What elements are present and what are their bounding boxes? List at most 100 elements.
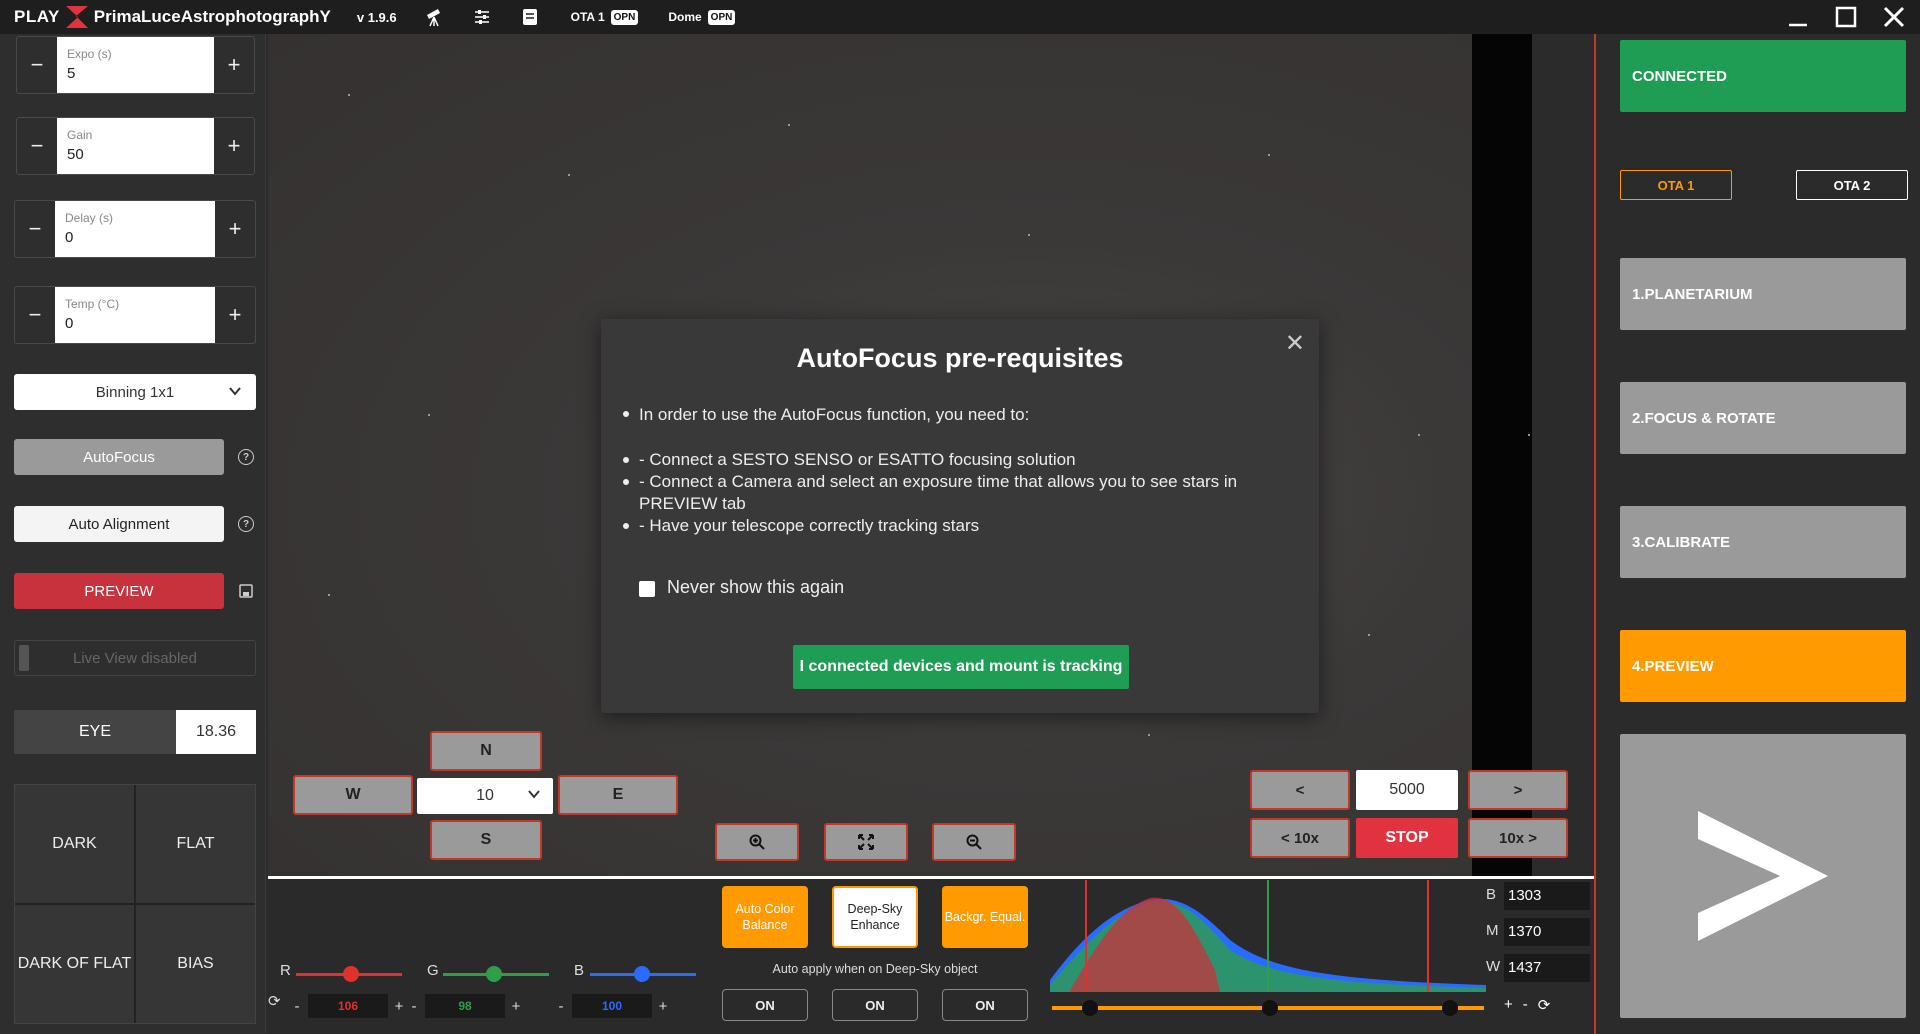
focus-stop-button[interactable]: STOP [1356, 818, 1458, 858]
gain-increment-button[interactable]: + [214, 118, 254, 174]
auto-alignment-help-icon[interactable]: ? [238, 516, 254, 532]
north-button[interactable]: N [430, 731, 542, 771]
mount-speed-select[interactable]: 10 [417, 778, 553, 814]
nav-focus-rotate[interactable]: 2.FOCUS & ROTATE [1620, 382, 1906, 454]
south-button[interactable]: S [430, 820, 542, 860]
gain-decrement-button[interactable]: − [17, 118, 57, 174]
west-button[interactable]: W [293, 775, 413, 815]
eye-button[interactable]: EYE [14, 710, 176, 754]
east-button[interactable]: E [558, 775, 678, 815]
never-show-checkbox[interactable] [639, 581, 655, 597]
green-plus-button[interactable]: + [505, 998, 527, 1015]
nav-preview[interactable]: 4.PREVIEW [1620, 630, 1906, 702]
blue-value[interactable]: 100 [572, 994, 652, 1018]
background-on-toggle[interactable]: ON [942, 989, 1028, 1021]
nav-calibrate[interactable]: 3.CALIBRATE [1620, 506, 1906, 578]
ota1-tab[interactable]: OTA 1 [1620, 170, 1732, 200]
ota2-tab[interactable]: OTA 2 [1796, 170, 1908, 200]
reset-colors-icon[interactable]: ⟳ [268, 992, 281, 1010]
levels-reset-icon[interactable]: ⟳ [1538, 996, 1551, 1014]
midtone-thumb[interactable] [1262, 1000, 1278, 1016]
next-step-button[interactable] [1620, 734, 1906, 1018]
focus-next-10x-button[interactable]: 10x > [1468, 818, 1568, 858]
confirm-button[interactable]: I connected devices and mount is trackin… [793, 645, 1129, 689]
temp-increment-button[interactable]: + [215, 287, 255, 343]
levels-minus-button[interactable]: - [1523, 996, 1528, 1014]
auto-color-balance-button[interactable]: Auto Color Balance [722, 886, 808, 948]
white-point-thumb[interactable] [1442, 1000, 1458, 1016]
binning-select[interactable]: Binning 1x1 [14, 374, 256, 410]
zoom-out-button[interactable] [932, 823, 1016, 861]
autofocus-help-icon[interactable]: ? [238, 449, 254, 465]
green-minus-button[interactable]: - [403, 998, 425, 1015]
focus-prev-10x-button[interactable]: < 10x [1250, 818, 1350, 858]
black-level-value[interactable]: 1303 [1504, 882, 1590, 910]
delay-stepper[interactable]: − Delay (s) 0 + [14, 200, 256, 258]
maximize-icon[interactable] [1824, 0, 1868, 34]
mid-level-value[interactable]: 1370 [1504, 918, 1590, 946]
bullet [623, 479, 629, 485]
auto-color-on-toggle[interactable]: ON [722, 989, 808, 1021]
telescope-icon[interactable] [423, 6, 445, 28]
gain-field[interactable]: Gain 50 [57, 118, 214, 174]
gain-stepper[interactable]: − Gain 50 + [16, 117, 255, 175]
dome-status[interactable]: Dome OPN [668, 9, 736, 25]
autofocus-button[interactable]: AutoFocus [14, 439, 224, 475]
background-equal-button[interactable]: Backgr. Equal. [942, 886, 1028, 948]
zoom-in-button[interactable] [715, 823, 799, 861]
live-view-toggle[interactable]: Live View disabled [14, 640, 256, 676]
expo-increment-button[interactable]: + [214, 37, 254, 93]
dark-button[interactable]: DARK [15, 785, 134, 903]
blue-minus-button[interactable]: - [550, 998, 572, 1015]
focus-next-button[interactable]: > [1468, 770, 1568, 810]
zoom-in-icon [749, 834, 765, 850]
black-level: B 1303 [1486, 882, 1590, 912]
save-icon[interactable] [238, 583, 254, 599]
red-value[interactable]: 106 [308, 994, 388, 1018]
delay-decrement-button[interactable]: − [15, 201, 55, 257]
bias-button[interactable]: BIAS [136, 905, 255, 1023]
minimize-icon[interactable] [1776, 0, 1820, 34]
white-level-value[interactable]: 1437 [1504, 954, 1590, 982]
temp-stepper[interactable]: − Temp (°C) 0 + [14, 286, 256, 344]
delay-increment-button[interactable]: + [215, 201, 255, 257]
temp-decrement-button[interactable]: − [15, 287, 55, 343]
deep-sky-enhance-button[interactable]: Deep-Sky Enhance [832, 886, 918, 948]
histogram[interactable] [1050, 880, 1486, 992]
deep-sky-on-toggle[interactable]: ON [832, 989, 918, 1021]
ota-status[interactable]: OTA 1 OPN [571, 9, 639, 25]
flat-button[interactable]: FLAT [136, 785, 255, 903]
green-slider-thumb[interactable] [485, 966, 502, 982]
delay-value[interactable]: 0 [65, 229, 207, 246]
expo-stepper[interactable]: − Expo (s) 5 + [16, 36, 255, 94]
green-value[interactable]: 98 [425, 994, 505, 1018]
temp-value[interactable]: 0 [65, 315, 207, 332]
settings-sliders-icon[interactable] [471, 6, 493, 28]
preview-button[interactable]: PREVIEW [14, 573, 224, 609]
close-icon[interactable]: ✕ [1285, 329, 1305, 358]
dark-of-flat-button[interactable]: DARK OF FLAT [15, 905, 134, 1023]
connected-status-button[interactable]: CONNECTED [1620, 40, 1906, 112]
red-slider-thumb[interactable] [343, 966, 360, 982]
white-level: W 1437 [1486, 954, 1590, 984]
close-window-icon[interactable] [1872, 0, 1916, 34]
nav-planetarium[interactable]: 1.PLANETARIUM [1620, 258, 1906, 330]
expo-decrement-button[interactable]: − [17, 37, 57, 93]
auto-alignment-button[interactable]: Auto Alignment [14, 506, 224, 542]
star [1368, 634, 1370, 636]
bullet [623, 411, 629, 417]
temp-field[interactable]: Temp (°C) 0 [55, 287, 215, 343]
blue-slider-thumb[interactable] [633, 966, 650, 982]
delay-field[interactable]: Delay (s) 0 [55, 201, 215, 257]
gain-value[interactable]: 50 [67, 146, 206, 163]
fit-screen-button[interactable] [824, 823, 908, 861]
levels-plus-button[interactable]: + [1504, 996, 1513, 1014]
black-point-thumb[interactable] [1082, 1000, 1098, 1016]
focus-prev-button[interactable]: < [1250, 770, 1350, 810]
notes-icon[interactable] [519, 6, 541, 28]
focus-position-input[interactable]: 5000 [1356, 770, 1458, 810]
blue-plus-button[interactable]: + [652, 998, 674, 1015]
red-minus-button[interactable]: - [286, 998, 308, 1015]
expo-value[interactable]: 5 [67, 65, 206, 82]
expo-field[interactable]: Expo (s) 5 [57, 37, 214, 93]
